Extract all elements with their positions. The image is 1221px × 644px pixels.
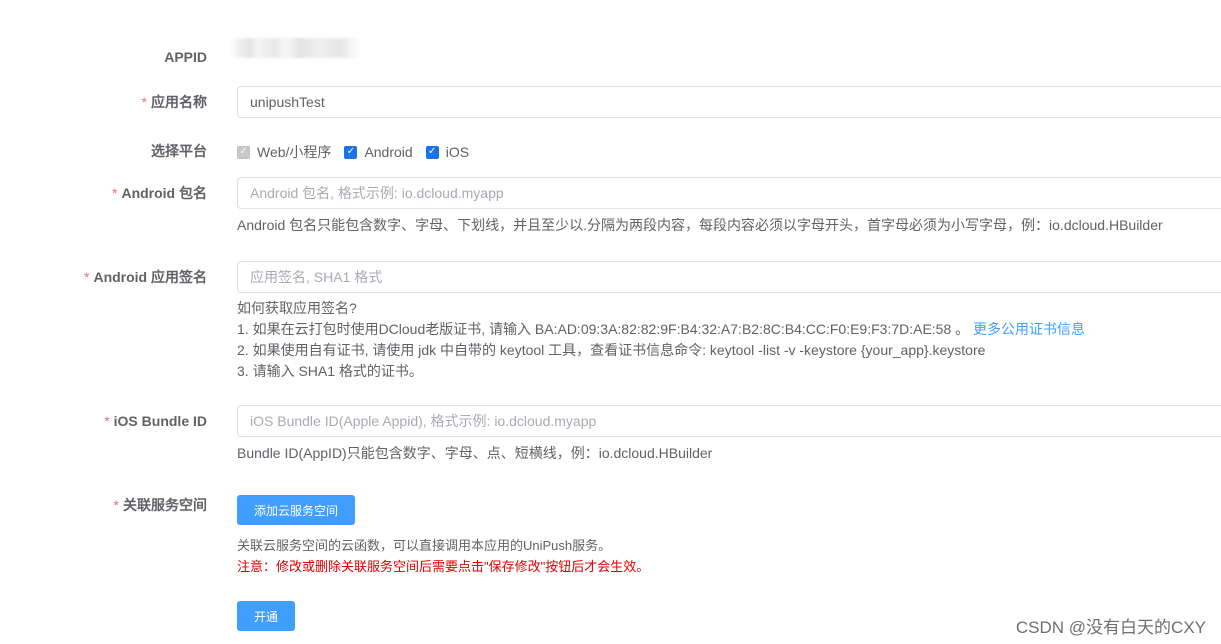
- platform-label: 选择平台: [151, 143, 207, 159]
- csdn-watermark: CSDN @没有白天的CXY: [1015, 618, 1206, 637]
- more-public-cert-link[interactable]: 更多公用证书信息: [973, 321, 1085, 337]
- checkbox-web-miniprogram[interactable]: ✓ Web/小程序: [237, 142, 331, 162]
- signature-help-line1: 1. 如果在云打包时使用DCloud老版证书, 请输入 BA:AD:09:3A:…: [237, 321, 1086, 337]
- android-signature-label: * Android 应用签名: [84, 269, 207, 285]
- android-package-help: Android 包名只能包含数字、字母、下划线，并且至少以.分隔为两段内容，每段…: [237, 217, 1163, 233]
- service-space-help-text: 关联云服务空间的云函数，可以直接调用本应用的UniPush服务。: [237, 538, 612, 553]
- required-mark: *: [84, 269, 90, 285]
- ios-bundle-label: * iOS Bundle ID: [104, 413, 207, 429]
- service-space-help: 关联云服务空间的云函数，可以直接调用本应用的UniPush服务。 注意：修改或删…: [237, 535, 649, 577]
- android-signature-help: 如何获取应用签名? 1. 如果在云打包时使用DCloud老版证书, 请输入 BA…: [237, 298, 1085, 382]
- required-mark: *: [112, 185, 118, 201]
- required-mark: *: [113, 497, 119, 513]
- checkbox-android[interactable]: ✓ Android: [344, 144, 413, 160]
- app-name-label: * 应用名称: [141, 94, 207, 110]
- checkbox-android-icon[interactable]: ✓: [344, 145, 358, 159]
- appid-label: APPID: [164, 49, 207, 65]
- app-name-input[interactable]: [237, 86, 1221, 118]
- service-space-label: * 关联服务空间: [113, 497, 207, 513]
- checkbox-android-label: Android: [364, 144, 413, 160]
- checkbox-ios-label: iOS: [445, 144, 470, 160]
- signature-help-line3: 3. 请输入 SHA1 格式的证书。: [237, 363, 423, 379]
- checkbox-web-miniprogram-icon[interactable]: ✓: [237, 145, 250, 159]
- ios-bundle-input[interactable]: [237, 405, 1221, 437]
- signature-help-title: 如何获取应用签名?: [237, 300, 357, 316]
- platform-checkbox-group: ✓ Web/小程序 ✓ Android ✓ iOS: [237, 142, 482, 162]
- activate-button[interactable]: 开通: [237, 601, 295, 631]
- add-cloud-space-button[interactable]: 添加云服务空间: [237, 495, 355, 525]
- signature-help-line2: 2. 如果使用自有证书, 请使用 jdk 中自带的 keytool 工具，查看证…: [237, 342, 986, 358]
- checkbox-ios[interactable]: ✓ iOS: [425, 144, 470, 160]
- required-mark: *: [104, 413, 110, 429]
- appid-value-redacted: [230, 38, 362, 58]
- service-space-warning: 注意：修改或删除关联服务空间后需要点击"保存修改"按钮后才会生效。: [237, 559, 650, 574]
- checkbox-ios-icon[interactable]: ✓: [425, 145, 439, 159]
- required-mark: *: [141, 94, 147, 110]
- android-package-label: * Android 包名: [112, 185, 207, 201]
- android-signature-input[interactable]: [237, 261, 1221, 293]
- ios-bundle-help: Bundle ID(AppID)只能包含数字、字母、点、短横线，例：io.dcl…: [237, 445, 713, 461]
- android-package-input[interactable]: [237, 177, 1221, 209]
- checkbox-web-miniprogram-label: Web/小程序: [257, 144, 332, 160]
